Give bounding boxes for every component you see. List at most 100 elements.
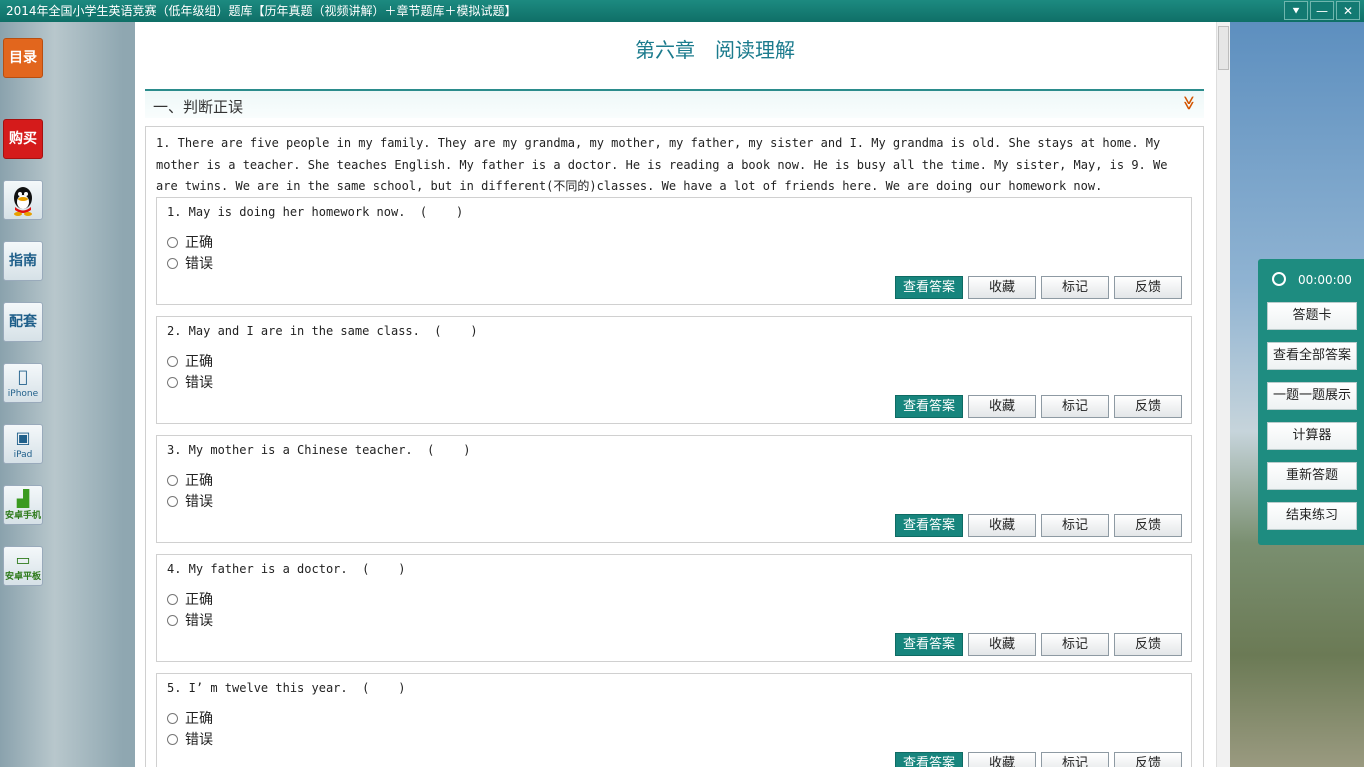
question-card: 1. May is doing her homework now. ( ) 正确… — [156, 197, 1192, 305]
practice-panel: 00:00:00 答题卡 查看全部答案 一题一题展示 计算器 重新答题 结束练习 — [1258, 259, 1364, 545]
catalog-button[interactable]: 目录 — [3, 38, 43, 78]
question-card: 3. My mother is a Chinese teacher. ( ) 正… — [156, 435, 1192, 543]
favorite-button[interactable]: 收藏 — [968, 395, 1036, 418]
feedback-button[interactable]: 反馈 — [1114, 276, 1182, 299]
favorite-button[interactable]: 收藏 — [968, 514, 1036, 537]
end-practice-button[interactable]: 结束练习 — [1267, 502, 1357, 530]
radio-button[interactable] — [167, 376, 178, 388]
dropdown-icon[interactable]: ⯆ — [1284, 1, 1308, 20]
android-phone-button[interactable]: ▟ 安卓手机 — [3, 485, 43, 525]
collapse-chevron-icon[interactable]: ≫ — [1181, 96, 1197, 111]
favorite-button[interactable]: 收藏 — [968, 633, 1036, 656]
vertical-scrollbar[interactable] — [1216, 22, 1230, 767]
section-header[interactable]: 一、判断正误 ≫ — [145, 89, 1204, 118]
option-false[interactable]: 错误 — [167, 610, 213, 630]
question-text: 2. May and I are in the same class. ( ) — [167, 324, 478, 338]
left-toolbar: 目录 购买 指南 配套  iPhone ▣ iPad ▟ 安卓手机 ▭ 安卓平… — [0, 22, 48, 767]
option-label: 正确 — [185, 235, 213, 251]
qq-button[interactable] — [3, 180, 43, 220]
answer-card-button[interactable]: 答题卡 — [1267, 302, 1357, 330]
option-label: 正确 — [185, 711, 213, 727]
radio-button[interactable] — [167, 355, 178, 367]
iphone-button[interactable]:  iPhone — [3, 363, 43, 403]
option-label: 错误 — [185, 256, 213, 272]
minimize-button[interactable]: — — [1310, 1, 1334, 20]
clock-icon — [1272, 272, 1286, 286]
mark-button[interactable]: 标记 — [1041, 276, 1109, 299]
question-text: 4. My father is a doctor. ( ) — [167, 562, 406, 576]
content-area: 第六章 阅读理解 一、判断正误 ≫ 1. There are five peop… — [135, 22, 1216, 767]
radio-button[interactable] — [167, 236, 178, 248]
show-answer-button[interactable]: 查看答案 — [895, 395, 963, 418]
mark-button[interactable]: 标记 — [1041, 514, 1109, 537]
radio-button[interactable] — [167, 257, 178, 269]
timer: 00:00:00 — [1258, 269, 1364, 291]
radio-button[interactable] — [167, 593, 178, 605]
mark-button[interactable]: 标记 — [1041, 633, 1109, 656]
option-true[interactable]: 正确 — [167, 351, 213, 371]
catalog-label: 目录 — [9, 50, 37, 66]
feedback-button[interactable]: 反馈 — [1114, 395, 1182, 418]
question-card: 4. My father is a doctor. ( ) 正确 错误 查看答案… — [156, 554, 1192, 662]
favorite-button[interactable]: 收藏 — [968, 752, 1036, 767]
question-text: 5. I’ m twelve this year. ( ) — [167, 681, 406, 695]
section-title: 一、判断正误 — [153, 98, 244, 116]
radio-button[interactable] — [167, 614, 178, 626]
option-label: 正确 — [185, 592, 213, 608]
feedback-button[interactable]: 反馈 — [1114, 514, 1182, 537]
android-tablet-button[interactable]: ▭ 安卓平板 — [3, 546, 43, 586]
option-false[interactable]: 错误 — [167, 491, 213, 511]
tablet-icon: ▣ — [15, 428, 31, 447]
option-true[interactable]: 正确 — [167, 470, 213, 490]
option-true[interactable]: 正确 — [167, 232, 213, 252]
android-tablet-label: 安卓平板 — [4, 572, 41, 582]
option-label: 错误 — [185, 732, 213, 748]
show-answer-button[interactable]: 查看答案 — [895, 276, 963, 299]
option-false[interactable]: 错误 — [167, 729, 213, 749]
radio-button[interactable] — [167, 474, 178, 486]
show-answer-button[interactable]: 查看答案 — [895, 514, 963, 537]
buy-button[interactable]: 购买 — [3, 119, 43, 159]
question-text: 1. May is doing her homework now. ( ) — [167, 205, 464, 219]
question-group: 1. There are five people in my family. T… — [145, 126, 1204, 767]
calculator-button[interactable]: 计算器 — [1267, 422, 1357, 450]
android-icon: ▟ — [16, 489, 30, 508]
question-card: 5. I’ m twelve this year. ( ) 正确 错误 查看答案… — [156, 673, 1192, 767]
close-button[interactable]: ✕ — [1336, 1, 1360, 20]
view-all-answers-button[interactable]: 查看全部答案 — [1267, 342, 1357, 370]
scrollbar-thumb[interactable] — [1218, 26, 1229, 70]
option-false[interactable]: 错误 — [167, 372, 213, 392]
option-true[interactable]: 正确 — [167, 708, 213, 728]
feedback-button[interactable]: 反馈 — [1114, 752, 1182, 767]
guide-label: 指南 — [9, 253, 37, 269]
supporting-button[interactable]: 配套 — [3, 302, 43, 342]
option-label: 正确 — [185, 354, 213, 370]
radio-button[interactable] — [167, 495, 178, 507]
ipad-button[interactable]: ▣ iPad — [3, 424, 43, 464]
option-true[interactable]: 正确 — [167, 589, 213, 609]
option-label: 错误 — [185, 613, 213, 629]
android-tablet-icon: ▭ — [15, 550, 31, 569]
one-by-one-button[interactable]: 一题一题展示 — [1267, 382, 1357, 410]
reading-passage: 1. There are five people in my family. T… — [156, 136, 1168, 193]
restart-button[interactable]: 重新答题 — [1267, 462, 1357, 490]
guide-button[interactable]: 指南 — [3, 241, 43, 281]
favorite-button[interactable]: 收藏 — [968, 276, 1036, 299]
android-phone-label: 安卓手机 — [4, 511, 41, 521]
window-controls: ⯆ — ✕ — [1284, 1, 1360, 20]
option-false[interactable]: 错误 — [167, 253, 213, 273]
option-label: 错误 — [185, 375, 213, 391]
radio-button[interactable] — [167, 733, 178, 745]
mark-button[interactable]: 标记 — [1041, 752, 1109, 767]
mark-button[interactable]: 标记 — [1041, 395, 1109, 418]
option-label: 错误 — [185, 494, 213, 510]
show-answer-button[interactable]: 查看答案 — [895, 633, 963, 656]
iphone-label: iPhone — [4, 388, 42, 400]
show-answer-button[interactable]: 查看答案 — [895, 752, 963, 767]
ipad-label: iPad — [13, 450, 33, 460]
radio-button[interactable] — [167, 712, 178, 724]
feedback-button[interactable]: 反馈 — [1114, 633, 1182, 656]
apple-icon:  — [4, 366, 42, 388]
supporting-label: 配套 — [9, 314, 37, 330]
title-bar: 2014年全国小学生英语竞赛（低年级组）题库【历年真题（视频讲解）＋章节题库＋模… — [0, 0, 1364, 22]
